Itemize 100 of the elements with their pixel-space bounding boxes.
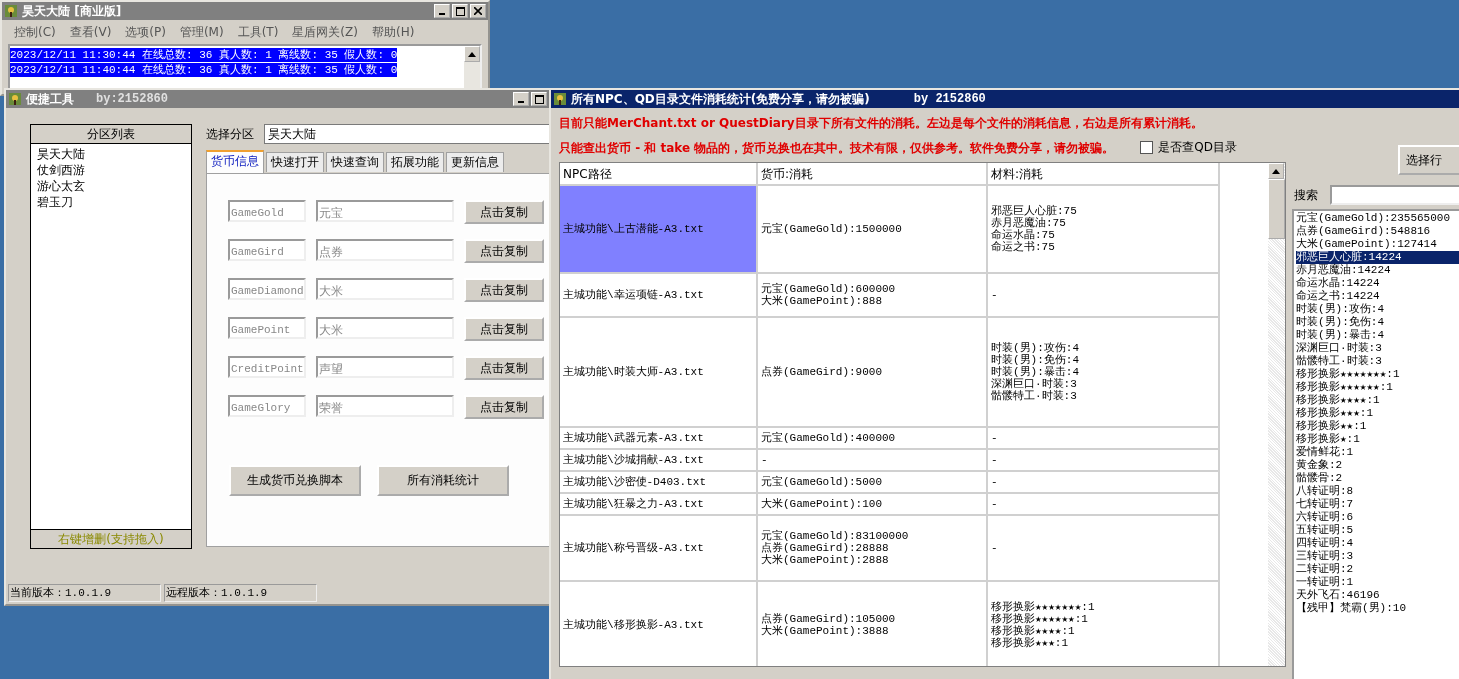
key-field[interactable]: GamePoint [228, 317, 306, 339]
totals-item[interactable]: 六转证明:6 [1296, 511, 1459, 524]
totals-item[interactable]: 二转证明:2 [1296, 563, 1459, 576]
key-field[interactable]: GameGlory [228, 395, 306, 417]
column-header[interactable]: 材料:消耗 [988, 163, 1220, 186]
select-row-button[interactable]: 选择行 [1398, 145, 1459, 175]
totals-item[interactable]: 八转证明:8 [1296, 485, 1459, 498]
totals-item[interactable]: 移形换影★★★★:1 [1296, 394, 1459, 407]
partition-item[interactable]: 仗剑西游 [37, 162, 185, 178]
menu-item[interactable]: 选项(P) [125, 24, 166, 41]
menu-item[interactable]: 控制(C) [14, 24, 56, 41]
copy-button[interactable]: 点击复制 [464, 356, 544, 380]
path-cell[interactable]: 主城功能\上古潜能-A3.txt [560, 186, 758, 274]
name-field[interactable]: 大米 [316, 278, 454, 300]
up-arrow-icon [468, 51, 476, 57]
tab[interactable]: 更新信息 [446, 152, 504, 172]
totals-item[interactable]: 骷髅特工·时装:3 [1296, 355, 1459, 368]
totals-item[interactable]: 命运水晶:14224 [1296, 277, 1459, 290]
app-icon [8, 92, 22, 106]
scroll-thumb[interactable] [1268, 179, 1285, 239]
scrollbar[interactable] [464, 46, 480, 90]
column-header[interactable]: NPC路径 [560, 163, 758, 186]
key-field[interactable]: GameDiamond [228, 278, 306, 300]
action-button[interactable]: 所有消耗统计 [377, 465, 509, 496]
partition-item[interactable]: 昊天大陆 [37, 146, 185, 162]
totals-item[interactable]: 时装(男):暴击:4 [1296, 329, 1459, 342]
minimize-button[interactable] [513, 92, 529, 106]
totals-item[interactable]: 七转证明:7 [1296, 498, 1459, 511]
totals-item[interactable]: 三转证明:3 [1296, 550, 1459, 563]
scrollbar[interactable] [1268, 163, 1285, 666]
copy-button[interactable]: 点击复制 [464, 239, 544, 263]
totals-item[interactable]: 移形换影★:1 [1296, 433, 1459, 446]
tab[interactable]: 快速查询 [326, 152, 384, 172]
totals-item[interactable]: 邪恶巨人心脏:14224 [1296, 251, 1459, 264]
menu-item[interactable]: 管理(M) [179, 24, 224, 41]
path-cell[interactable]: 主城功能\幸运项链-A3.txt [560, 274, 758, 318]
path-cell[interactable]: 主城功能\称号晋级-A3.txt [560, 516, 758, 582]
menu-item[interactable]: 星盾网关(Z) [292, 24, 358, 41]
maximize-button[interactable] [531, 92, 547, 106]
totals-item[interactable]: 一转证明:1 [1296, 576, 1459, 589]
totals-item[interactable]: 爱情鲜花:1 [1296, 446, 1459, 459]
materials-cell: 移形换影★★★★★★★:1 移形换影★★★★★★:1 移形换影★★★★:1 移形换影★★★:1 [988, 582, 1220, 666]
action-button[interactable]: 生成货币兑换脚本 [229, 465, 361, 496]
totals-item[interactable]: 移形换影★★★★★★:1 [1296, 381, 1459, 394]
scroll-up-button[interactable] [1268, 163, 1284, 179]
maximize-button[interactable] [452, 4, 468, 18]
qd-checkbox[interactable]: 是否查QD目录 [1140, 139, 1237, 156]
totals-item[interactable]: 【残甲】梵霸(男):10 [1296, 602, 1459, 615]
copy-button[interactable]: 点击复制 [464, 278, 544, 302]
totals-item[interactable]: 点券(GameGird):548816 [1296, 225, 1459, 238]
totals-item[interactable]: 骷髅骨:2 [1296, 472, 1459, 485]
totals-item[interactable]: 深渊巨口·时装:3 [1296, 342, 1459, 355]
tab[interactable]: 货币信息 [206, 150, 264, 173]
totals-item[interactable]: 移形换影★★★:1 [1296, 407, 1459, 420]
path-cell[interactable]: 主城功能\武器元素-A3.txt [560, 428, 758, 450]
menu-item[interactable]: 工具(T) [237, 24, 279, 41]
maximize-icon [455, 6, 465, 16]
totals-item[interactable]: 黄金象:2 [1296, 459, 1459, 472]
menu-item[interactable]: 帮助(H) [371, 24, 415, 41]
close-button[interactable] [470, 4, 486, 18]
path-cell[interactable]: 主城功能\移形换影-A3.txt [560, 582, 758, 666]
totals-item[interactable]: 元宝(GameGold):235565000 [1296, 212, 1459, 225]
name-field[interactable]: 点券 [316, 239, 454, 261]
totals-item[interactable]: 命运之书:14224 [1296, 290, 1459, 303]
scroll-up-button[interactable] [464, 46, 480, 62]
status-field: 当前版本：1.0.1.9 [8, 584, 161, 602]
key-field[interactable]: GameGird [228, 239, 306, 261]
column-header[interactable]: 货币:消耗 [758, 163, 988, 186]
totals-item[interactable]: 移形换影★★:1 [1296, 420, 1459, 433]
partition-item[interactable]: 游心太玄 [37, 178, 185, 194]
name-field[interactable]: 元宝 [316, 200, 454, 222]
path-cell[interactable]: 主城功能\沙密使-D403.txt [560, 472, 758, 494]
totals-item[interactable]: 赤月恶魔油:14224 [1296, 264, 1459, 277]
name-field[interactable]: 大米 [316, 317, 454, 339]
totals-item[interactable]: 大米(GamePoint):127414 [1296, 238, 1459, 251]
key-field[interactable]: CreditPoint [228, 356, 306, 378]
key-field[interactable]: GameGold [228, 200, 306, 222]
partition-item[interactable]: 碧玉刀 [37, 194, 185, 210]
copy-button[interactable]: 点击复制 [464, 200, 544, 224]
totals-item[interactable]: 移形换影★★★★★★★:1 [1296, 368, 1459, 381]
totals-item[interactable]: 时装(男):攻伤:4 [1296, 303, 1459, 316]
partition-field[interactable]: 昊天大陆 [264, 124, 549, 144]
tab[interactable]: 拓展功能 [386, 152, 444, 172]
totals-item[interactable]: 五转证明:5 [1296, 524, 1459, 537]
name-field[interactable]: 荣誉 [316, 395, 454, 417]
path-cell[interactable]: 主城功能\时装大师-A3.txt [560, 318, 758, 428]
copy-button[interactable]: 点击复制 [464, 317, 544, 341]
menu-item[interactable]: 查看(V) [69, 24, 112, 41]
currency-cell: 大米(GamePoint):100 [758, 494, 988, 516]
name-field[interactable]: 声望 [316, 356, 454, 378]
materials-cell: - [988, 450, 1220, 472]
path-cell[interactable]: 主城功能\狂暴之力-A3.txt [560, 494, 758, 516]
currency-cell: 元宝(GameGold):400000 [758, 428, 988, 450]
copy-button[interactable]: 点击复制 [464, 395, 544, 419]
tab[interactable]: 快速打开 [266, 152, 324, 172]
totals-item[interactable]: 四转证明:4 [1296, 537, 1459, 550]
path-cell[interactable]: 主城功能\沙城捐献-A3.txt [560, 450, 758, 472]
totals-item[interactable]: 时装(男):免伤:4 [1296, 316, 1459, 329]
minimize-button[interactable] [434, 4, 450, 18]
totals-item[interactable]: 天外飞石:46196 [1296, 589, 1459, 602]
